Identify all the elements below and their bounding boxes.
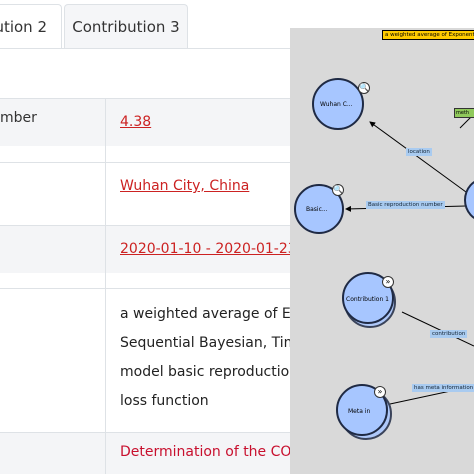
tab-label: Contribution 3 (72, 18, 180, 36)
tab-label: ution 2 (0, 18, 47, 36)
method-line: model basic reproduction (120, 364, 299, 380)
tab-contribution-3[interactable]: Contribution 3 (64, 4, 188, 48)
method-line: Sequential Bayesian, Time (120, 335, 306, 351)
tab-contribution-2[interactable]: ution 2 (0, 4, 62, 48)
method-line: loss function (120, 393, 209, 409)
node-label: Wuhan C... (320, 101, 353, 108)
date-range-link[interactable]: 2020-01-10 - 2020-01-23 (120, 241, 297, 257)
edge-label: Basic reproduction number (366, 201, 445, 209)
expand-icon[interactable]: » (374, 386, 386, 398)
method-edge-label: meth (454, 108, 474, 118)
method-highlight-label[interactable]: a weighted average of Exponential (382, 30, 474, 40)
property-value-link[interactable]: 4.38 (120, 114, 151, 130)
edge-label: has meta information (412, 384, 474, 392)
column-divider (105, 98, 106, 474)
location-link[interactable]: Wuhan City, China (120, 178, 249, 194)
property-label: mber (0, 110, 37, 126)
node-label: Basic... (306, 206, 328, 213)
search-icon[interactable]: 🔍 (358, 82, 370, 94)
search-icon[interactable]: 🔍 (332, 184, 344, 196)
node-label: Contribution 1 (346, 296, 389, 303)
method-line: a weighted average of Ex (120, 306, 300, 322)
expand-icon[interactable]: » (382, 276, 394, 288)
edge-label: contribution (430, 330, 468, 338)
knowledge-graph-panel[interactable]: a weighted average of Exponential meth W… (290, 28, 474, 474)
edge-label: location (406, 148, 432, 156)
node-label: Meta in (348, 408, 371, 415)
